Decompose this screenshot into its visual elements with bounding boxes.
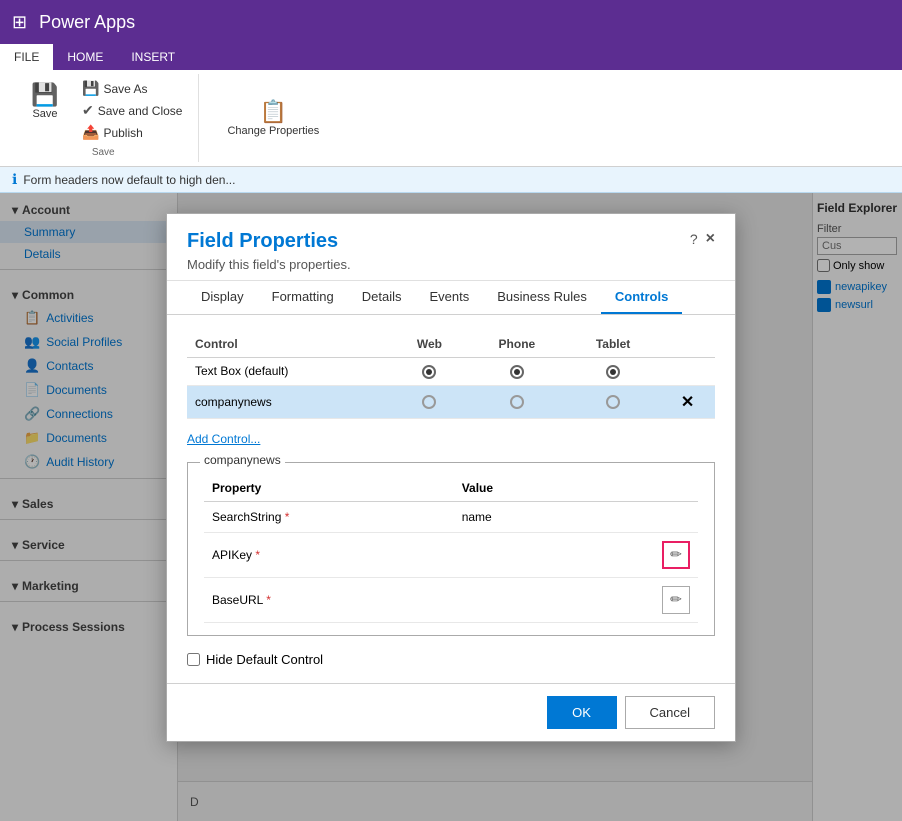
dialog-subtitle: Modify this field's properties. — [187, 257, 351, 272]
change-props-label: Change Properties — [227, 125, 319, 137]
hide-default-checkbox[interactable] — [187, 653, 200, 666]
radio-dot-phone-textbox — [510, 365, 524, 379]
col-tablet: Tablet — [566, 331, 660, 358]
edit-cell-apikey: ✏ — [580, 532, 698, 577]
change-props-icon: 📋 — [260, 99, 287, 125]
dialog-tab-formatting[interactable]: Formatting — [258, 281, 348, 314]
ribbon-tab-insert[interactable]: INSERT — [117, 44, 189, 70]
info-icon: ℹ — [12, 171, 17, 188]
save-close-button[interactable]: ✔ Save and Close — [78, 100, 186, 121]
table-row[interactable]: Text Box (default) — [187, 358, 715, 386]
radio-empty-web — [422, 395, 436, 409]
dialog-tab-display[interactable]: Display — [187, 281, 258, 314]
prop-col-property: Property — [204, 475, 454, 502]
cancel-button[interactable]: Cancel — [625, 696, 715, 729]
ok-button[interactable]: OK — [547, 696, 617, 729]
dialog-title-area: Field Properties Modify this field's pro… — [187, 230, 351, 272]
control-name-textbox: Text Box (default) — [187, 358, 391, 386]
ribbon-group-properties: 📋 Change Properties — [207, 74, 339, 162]
info-bar: ℹ Form headers now default to high den..… — [0, 167, 902, 193]
publish-button[interactable]: 📤 Publish — [78, 122, 186, 143]
table-row[interactable]: companynews ✕ — [187, 385, 715, 418]
prop-name-apikey: APIKey * — [204, 532, 454, 577]
col-web: Web — [391, 331, 468, 358]
save-button[interactable]: 💾 Save — [20, 78, 70, 143]
edit-button-baseurl[interactable]: ✏ — [662, 586, 690, 614]
info-message: Form headers now default to high den... — [23, 173, 235, 187]
dialog-tabs: Display Formatting Details Events Busine… — [167, 281, 735, 315]
prop-value-baseurl — [454, 577, 581, 622]
dialog-tab-events[interactable]: Events — [416, 281, 484, 314]
prop-row-baseurl: BaseURL * ✏ — [204, 577, 698, 622]
ribbon-tab-file[interactable]: FILE — [0, 44, 53, 70]
col-phone: Phone — [468, 331, 566, 358]
dialog-help-button[interactable]: ? — [690, 231, 698, 247]
ribbon-tab-home[interactable]: HOME — [53, 44, 117, 70]
control-name-companynews: companynews — [187, 385, 391, 418]
save-as-button[interactable]: 💾 Save As — [78, 78, 186, 99]
app-title: Power Apps — [39, 12, 135, 33]
radio-dot-web-textbox — [422, 365, 436, 379]
save-close-label: Save and Close — [98, 104, 183, 118]
dialog-body: Control Web Phone Tablet Text Box (defau… — [167, 315, 735, 683]
ribbon-tabs: FILE HOME INSERT — [0, 44, 902, 70]
prop-value-searchstring: name — [454, 501, 581, 532]
save-icon: 💾 — [31, 82, 58, 108]
radio-empty-phone — [510, 395, 524, 409]
save-label: Save — [32, 108, 57, 120]
controls-table: Control Web Phone Tablet Text Box (defau… — [187, 331, 715, 419]
dialog-header-actions: ? × — [690, 230, 715, 248]
prop-row-searchstring: SearchString * name — [204, 501, 698, 532]
save-as-label: Save As — [103, 82, 147, 96]
ribbon-small-buttons: 💾 Save As ✔ Save and Close 📤 Publish — [78, 78, 186, 143]
hide-default-label: Hide Default Control — [206, 652, 323, 667]
companynews-section-label: companynews — [200, 453, 285, 467]
publish-icon: 📤 — [82, 124, 99, 141]
ribbon-content: 💾 Save 💾 Save As ✔ Save and Close 📤 Publ… — [0, 70, 902, 166]
companynews-section: companynews Property Value — [187, 462, 715, 636]
publish-label: Publish — [103, 126, 142, 140]
dialog-tab-business-rules[interactable]: Business Rules — [483, 281, 601, 314]
radio-web-textbox[interactable] — [391, 358, 468, 386]
delete-cell[interactable]: ✕ — [660, 385, 715, 418]
required-mark-baseurl: * — [263, 593, 271, 607]
ribbon: FILE HOME INSERT 💾 Save 💾 Save As ✔ Save… — [0, 44, 902, 167]
dialog-header: Field Properties Modify this field's pro… — [167, 214, 735, 281]
dialog-close-button[interactable]: × — [706, 230, 715, 248]
change-properties-button[interactable]: 📋 Change Properties — [219, 95, 327, 141]
prop-col-value: Value — [454, 475, 581, 502]
hide-default-row: Hide Default Control — [187, 652, 715, 667]
ribbon-group-save: 💾 Save 💾 Save As ✔ Save and Close 📤 Publ… — [8, 74, 199, 162]
save-as-icon: 💾 — [82, 80, 99, 97]
radio-tablet-companynews[interactable] — [566, 385, 660, 418]
required-mark-searchstring: * — [281, 510, 289, 524]
save-close-icon: ✔ — [82, 102, 94, 119]
dialog-tab-controls[interactable]: Controls — [601, 281, 682, 314]
dialog-title: Field Properties — [187, 230, 351, 253]
prop-value-apikey — [454, 532, 581, 577]
field-properties-dialog: Field Properties Modify this field's pro… — [166, 213, 736, 742]
prop-name-baseurl: BaseURL * — [204, 577, 454, 622]
prop-row-apikey: APIKey * ✏ — [204, 532, 698, 577]
prop-name-searchstring: SearchString * — [204, 501, 454, 532]
grid-icon[interactable]: ⊞ — [12, 12, 27, 33]
edit-button-apikey[interactable]: ✏ — [662, 541, 690, 569]
required-mark-apikey: * — [252, 548, 260, 562]
radio-dot-tablet-textbox — [606, 365, 620, 379]
radio-web-companynews[interactable] — [391, 385, 468, 418]
top-bar: ⊞ Power Apps — [0, 0, 902, 44]
radio-tablet-textbox[interactable] — [566, 358, 660, 386]
col-control: Control — [187, 331, 391, 358]
edit-cell-baseurl: ✏ — [580, 577, 698, 622]
dialog-tab-details[interactable]: Details — [348, 281, 416, 314]
main-layout: ▾ Account Summary Details ▾ Common 📋 Act… — [0, 193, 902, 821]
radio-phone-textbox[interactable] — [468, 358, 566, 386]
dialog-footer: OK Cancel — [167, 683, 735, 741]
radio-empty-tablet — [606, 395, 620, 409]
radio-phone-companynews[interactable] — [468, 385, 566, 418]
add-control-link[interactable]: Add Control... — [187, 432, 260, 446]
modal-overlay: Field Properties Modify this field's pro… — [0, 193, 902, 821]
ribbon-group-save-label: Save — [92, 147, 115, 158]
properties-table: Property Value SearchString * name — [204, 475, 698, 623]
